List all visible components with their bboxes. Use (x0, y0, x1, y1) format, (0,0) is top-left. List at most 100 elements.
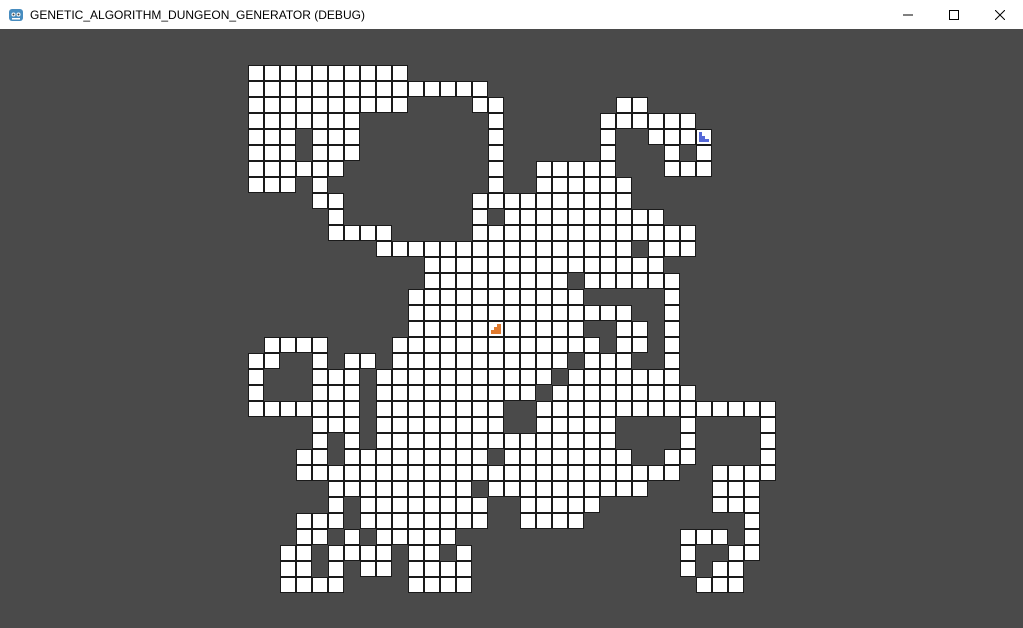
floor-tile (680, 241, 696, 257)
floor-tile (488, 481, 504, 497)
floor-tile (280, 401, 296, 417)
floor-tile (600, 401, 616, 417)
floor-tile (280, 65, 296, 81)
floor-tile (648, 465, 664, 481)
floor-tile (392, 529, 408, 545)
floor-tile (408, 561, 424, 577)
floor-tile (328, 161, 344, 177)
floor-tile (488, 129, 504, 145)
floor-tile (648, 257, 664, 273)
floor-tile (632, 113, 648, 129)
floor-tile (376, 241, 392, 257)
floor-tile (344, 417, 360, 433)
floor-tile (648, 129, 664, 145)
floor-tile (408, 417, 424, 433)
floor-tile (392, 241, 408, 257)
floor-tile (456, 545, 472, 561)
floor-tile (408, 465, 424, 481)
floor-tile (328, 129, 344, 145)
floor-tile (248, 161, 264, 177)
floor-tile (632, 385, 648, 401)
floor-tile (680, 129, 696, 145)
floor-tile (568, 241, 584, 257)
floor-tile (552, 449, 568, 465)
floor-tile (424, 449, 440, 465)
floor-tile (504, 321, 520, 337)
minimize-button[interactable] (885, 0, 931, 29)
floor-tile (664, 113, 680, 129)
floor-tile (680, 225, 696, 241)
floor-tile (296, 545, 312, 561)
floor-tile (328, 225, 344, 241)
floor-tile (552, 321, 568, 337)
floor-tile (552, 497, 568, 513)
floor-tile (312, 145, 328, 161)
floor-tile (296, 337, 312, 353)
floor-tile (424, 273, 440, 289)
floor-tile (248, 401, 264, 417)
floor-tile (504, 305, 520, 321)
floor-tile (280, 577, 296, 593)
floor-tile (360, 65, 376, 81)
floor-tile (424, 417, 440, 433)
floor-tile (344, 529, 360, 545)
floor-tile (344, 129, 360, 145)
floor-tile (296, 81, 312, 97)
floor-tile (664, 145, 680, 161)
floor-tile (472, 497, 488, 513)
floor-tile (600, 193, 616, 209)
floor-tile (504, 225, 520, 241)
floor-tile (408, 449, 424, 465)
floor-tile (376, 433, 392, 449)
floor-tile (744, 545, 760, 561)
game-viewport[interactable] (0, 29, 1023, 628)
floor-tile (280, 177, 296, 193)
floor-tile (392, 385, 408, 401)
floor-tile (392, 97, 408, 113)
floor-tile (664, 449, 680, 465)
floor-tile (632, 465, 648, 481)
floor-tile (472, 321, 488, 337)
floor-tile (504, 257, 520, 273)
floor-tile (248, 65, 264, 81)
floor-tile (616, 273, 632, 289)
floor-tile (536, 289, 552, 305)
floor-tile (600, 161, 616, 177)
floor-tile (488, 385, 504, 401)
floor-tile (536, 497, 552, 513)
floor-tile (648, 369, 664, 385)
floor-tile (376, 369, 392, 385)
floor-tile (344, 145, 360, 161)
floor-tile (648, 385, 664, 401)
floor-tile (472, 305, 488, 321)
floor-tile (440, 385, 456, 401)
floor-tile (552, 225, 568, 241)
floor-tile (360, 497, 376, 513)
floor-tile (632, 481, 648, 497)
floor-tile (424, 401, 440, 417)
floor-tile (456, 513, 472, 529)
maximize-button[interactable] (931, 0, 977, 29)
floor-tile (392, 481, 408, 497)
floor-tile (568, 481, 584, 497)
floor-tile (728, 401, 744, 417)
floor-tile (312, 369, 328, 385)
floor-tile (744, 497, 760, 513)
floor-tile (472, 417, 488, 433)
floor-tile (440, 481, 456, 497)
floor-tile (712, 577, 728, 593)
title-bar[interactable]: GENETIC_ALGORITHM_DUNGEON_GENERATOR (DEB… (0, 0, 1023, 29)
floor-tile (600, 129, 616, 145)
floor-tile (584, 385, 600, 401)
floor-tile (536, 481, 552, 497)
floor-tile (376, 497, 392, 513)
floor-tile (568, 449, 584, 465)
floor-tile (280, 545, 296, 561)
floor-tile (424, 577, 440, 593)
floor-tile (520, 273, 536, 289)
floor-tile (472, 225, 488, 241)
close-button[interactable] (977, 0, 1023, 29)
floor-tile (520, 289, 536, 305)
floor-tile (424, 305, 440, 321)
floor-tile (456, 449, 472, 465)
